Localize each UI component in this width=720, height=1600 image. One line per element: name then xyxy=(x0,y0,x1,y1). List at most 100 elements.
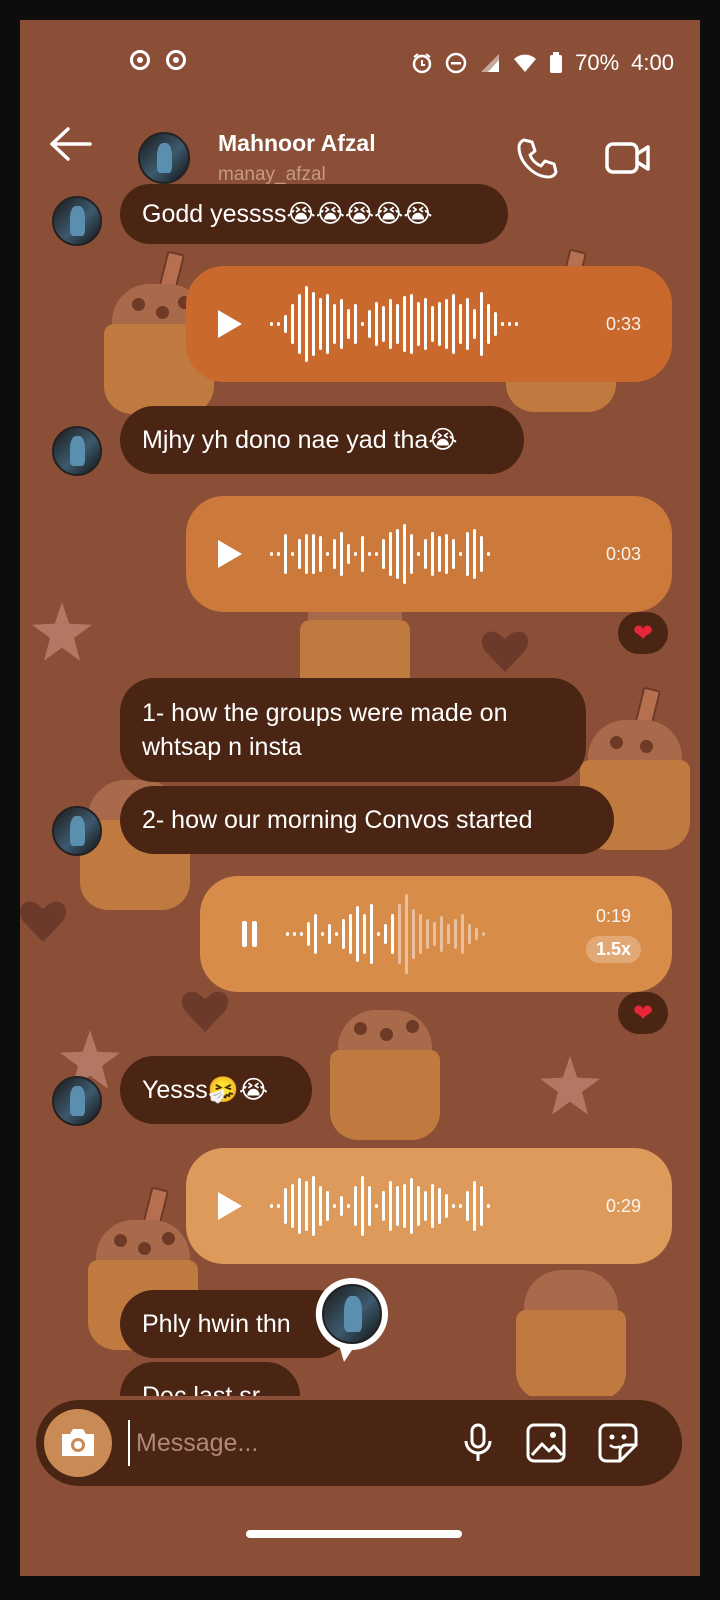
chat-header: Mahnoor Afzal manay_afzal xyxy=(20,108,700,188)
waveform-bar xyxy=(396,529,399,579)
play-icon[interactable] xyxy=(218,1192,242,1220)
waveform-bar xyxy=(452,539,455,569)
waveform-bar xyxy=(321,932,324,936)
voice-duration: 0:33 xyxy=(606,314,642,334)
play-icon[interactable] xyxy=(218,310,242,338)
waveform-bar xyxy=(382,306,385,342)
waveform-bar xyxy=(312,1176,315,1236)
voice-waveform[interactable] xyxy=(286,894,485,974)
waveform-bar xyxy=(377,932,380,936)
playback-speed-button[interactable]: 1.5x xyxy=(586,936,642,963)
waveform-bar xyxy=(298,294,301,354)
waveform-bar xyxy=(438,302,441,346)
heart-reaction[interactable]: ❤ xyxy=(618,612,668,654)
gallery-icon[interactable] xyxy=(524,1421,568,1465)
camera-button[interactable] xyxy=(44,1409,112,1477)
notification-icon xyxy=(166,50,186,70)
waveform-bar xyxy=(354,304,357,344)
wallpaper-heart-icon xyxy=(482,630,528,672)
waveform-bar xyxy=(375,552,378,556)
waveform-bar xyxy=(515,322,518,326)
waveform-bar xyxy=(433,922,436,946)
voice-waveform[interactable] xyxy=(270,514,490,594)
waveform-bar xyxy=(424,298,427,350)
camera-icon[interactable] xyxy=(44,1409,112,1477)
waveform-bar xyxy=(305,534,308,574)
waveform-bar xyxy=(431,306,434,342)
waveform-bar xyxy=(396,304,399,344)
typing-indicator xyxy=(314,1276,390,1366)
voice-waveform[interactable] xyxy=(270,284,518,364)
battery-icon xyxy=(550,52,563,73)
contact-handle[interactable]: manay_afzal xyxy=(218,164,326,186)
waveform-bar xyxy=(375,1204,378,1208)
microphone-icon[interactable] xyxy=(456,1421,500,1465)
video-call-icon[interactable] xyxy=(604,138,652,178)
waveform-bar xyxy=(482,932,485,936)
notification-icon xyxy=(130,50,150,70)
voice-waveform[interactable] xyxy=(270,1166,490,1246)
waveform-bar xyxy=(466,1191,469,1221)
do-not-disturb-icon xyxy=(445,52,467,74)
waveform-bar xyxy=(410,534,413,574)
waveform-bar xyxy=(417,552,420,556)
play-icon[interactable] xyxy=(218,540,242,568)
waveform-bar xyxy=(508,322,511,326)
waveform-bar xyxy=(333,1204,336,1208)
sender-avatar[interactable] xyxy=(52,426,102,476)
home-indicator[interactable] xyxy=(246,1530,462,1538)
waveform-bar xyxy=(396,1186,399,1226)
incoming-message[interactable]: 1- how the groups were made on whtsap n … xyxy=(120,678,586,782)
sender-avatar[interactable] xyxy=(52,196,102,246)
wallpaper-star-icon xyxy=(32,602,92,661)
waveform-bar xyxy=(354,1186,357,1226)
waveform-bar xyxy=(305,1181,308,1231)
waveform-bar xyxy=(293,932,296,936)
incoming-message[interactable]: Godd yessss😭😭😭😭😭 xyxy=(120,184,508,244)
waveform-bar xyxy=(480,1186,483,1226)
waveform-bar xyxy=(326,1191,329,1221)
back-arrow-icon[interactable] xyxy=(46,124,94,164)
waveform-bar xyxy=(375,302,378,346)
waveform-bar xyxy=(487,304,490,344)
heart-reaction[interactable]: ❤ xyxy=(618,992,668,1034)
outgoing-voice-message[interactable]: 0:29 xyxy=(186,1148,672,1264)
pause-icon[interactable] xyxy=(242,921,258,947)
voice-duration: 0:19 xyxy=(596,906,632,926)
outgoing-voice-message[interactable]: 0:19 1.5x xyxy=(200,876,672,992)
waveform-bar xyxy=(424,1191,427,1221)
waveform-bar xyxy=(452,1204,455,1208)
waveform-bar xyxy=(461,914,464,954)
signal-icon xyxy=(481,54,500,72)
waveform-bar xyxy=(410,1178,413,1234)
waveform-bar xyxy=(454,919,457,949)
waveform-bar xyxy=(487,552,490,556)
outgoing-voice-message[interactable]: 0:33 xyxy=(186,266,672,382)
sender-avatar[interactable] xyxy=(52,806,102,856)
chat-screen: 70% 4:00 Mahnoor Afzal manay_afzal Godd … xyxy=(20,20,700,1576)
waveform-bar xyxy=(284,534,287,574)
waveform-bar xyxy=(284,315,287,333)
waveform-bar xyxy=(410,294,413,354)
phone-call-icon[interactable] xyxy=(516,136,560,180)
waveform-bar xyxy=(300,932,303,936)
incoming-message[interactable]: Yesss🤧😭 xyxy=(120,1056,312,1124)
incoming-message[interactable]: Mjhy yh dono nae yad tha😭 xyxy=(120,406,524,474)
sticker-icon[interactable] xyxy=(596,1421,640,1465)
clock-time: 4:00 xyxy=(631,50,674,75)
contact-name[interactable]: Mahnoor Afzal xyxy=(218,130,376,157)
sender-avatar[interactable] xyxy=(52,1076,102,1126)
waveform-bar xyxy=(419,914,422,954)
waveform-bar xyxy=(328,924,331,944)
waveform-bar xyxy=(445,299,448,349)
waveform-bar xyxy=(417,302,420,346)
waveform-bar xyxy=(426,919,429,949)
waveform-bar xyxy=(501,322,504,326)
message-input[interactable] xyxy=(128,1420,428,1466)
waveform-bar xyxy=(473,1181,476,1231)
contact-avatar[interactable] xyxy=(138,132,190,184)
waveform-bar xyxy=(459,1204,462,1208)
waveform-bar xyxy=(349,914,352,954)
incoming-message[interactable]: 2- how our morning Convos started xyxy=(120,786,614,854)
outgoing-voice-message[interactable]: 0:03 xyxy=(186,496,672,612)
